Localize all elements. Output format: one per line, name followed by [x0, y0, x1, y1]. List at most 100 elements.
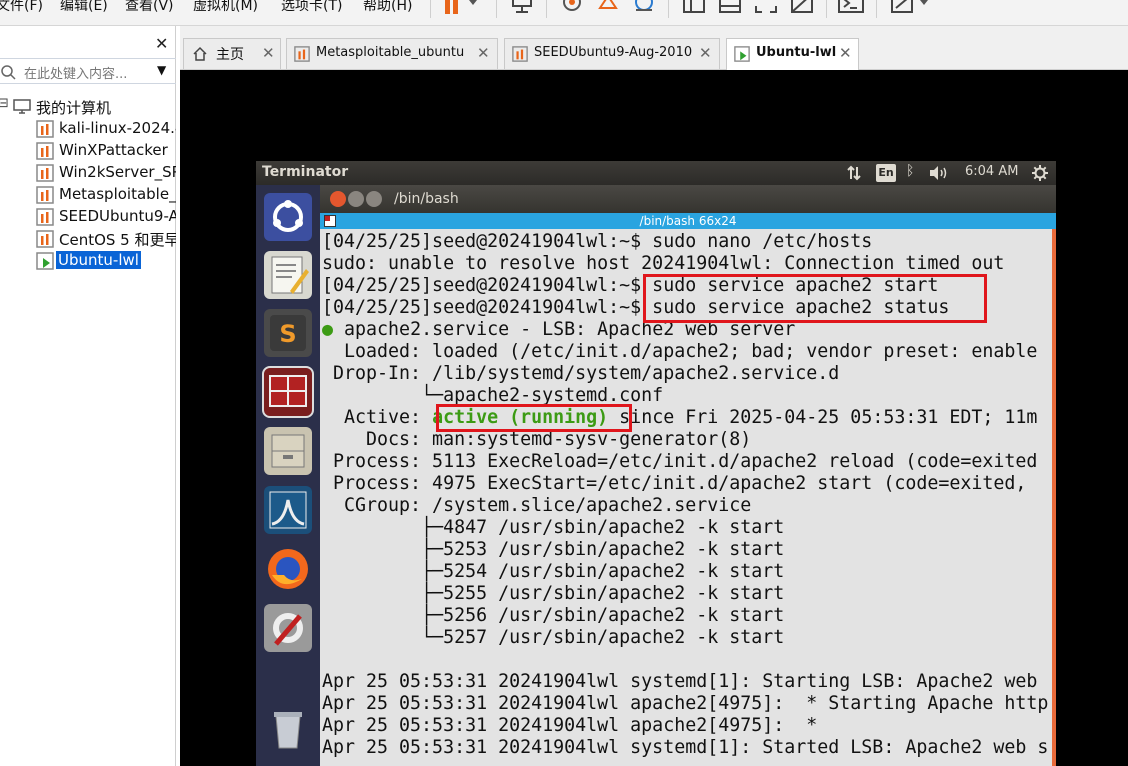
terminal-window-title: /bin/bash: [394, 191, 459, 207]
terminal-line: Docs: man:systemd-sysv-generator(8): [322, 429, 752, 450]
terminal-line: sudo: unable to resolve host 20241904lwl…: [322, 253, 1005, 274]
menu-vm[interactable]: 虚拟机(M): [193, 0, 258, 15]
tree-item-label: Win2kServer_SP: [59, 163, 176, 181]
tree-item-vm[interactable]: kali-linux-2024.4: [0, 118, 176, 140]
home-icon: [193, 46, 207, 61]
toolbar-separator: [546, 0, 547, 18]
close-icon[interactable]: ✕: [839, 44, 852, 62]
terminal-line: ├─5254 /usr/sbin/apache2 -k start: [322, 561, 785, 582]
terminal-size-title: /bin/bash 66x24: [639, 214, 737, 228]
close-icon[interactable]: ✕: [699, 44, 712, 62]
volume-icon[interactable]: [928, 165, 950, 181]
show-library-icon[interactable]: [682, 0, 706, 18]
vm-icon: [36, 142, 54, 160]
vm-icon: [36, 120, 54, 138]
terminal-line: ├─4847 /usr/sbin/apache2 -k start: [322, 517, 785, 538]
terminal-line: ├─5256 /usr/sbin/apache2 -k start: [322, 605, 785, 626]
tree-item-label: Metasploitable_: [59, 185, 176, 203]
menu-file[interactable]: 文件(F): [0, 0, 43, 15]
vm-icon: [36, 230, 54, 248]
tree-item-label: SEEDUbuntu9-A: [59, 207, 176, 225]
system-settings-icon[interactable]: [264, 604, 312, 652]
tree-item-vm[interactable]: WinXPattacker: [0, 140, 176, 162]
computer-icon: [13, 99, 31, 114]
terminal-line: Apr 25 05:53:31 20241904lwl apache2[4975…: [322, 715, 818, 736]
tree-root[interactable]: ⊟ 我的计算机: [0, 96, 176, 118]
vm-icon: [36, 164, 54, 182]
keyboard-layout-indicator[interactable]: En: [876, 164, 896, 182]
snapshot-icon[interactable]: [560, 0, 584, 18]
menu-edit[interactable]: 编辑(E): [60, 0, 108, 15]
highlight-box-active: [436, 404, 632, 432]
thumbnail-bar-icon[interactable]: [718, 0, 742, 18]
close-icon[interactable]: ✕: [262, 44, 275, 62]
snapshot-manager-icon[interactable]: [632, 0, 656, 18]
minimize-window-icon[interactable]: [348, 191, 364, 207]
tree-item-vm[interactable]: Metasploitable_: [0, 184, 176, 206]
pause-icon[interactable]: [443, 0, 483, 18]
console-view-icon[interactable]: [838, 0, 864, 18]
terminator-icon[interactable]: [262, 366, 314, 418]
terminal-line: Loaded: loaded (/etc/init.d/apache2; bad…: [322, 341, 1038, 362]
tab-ubuntu-lwl[interactable]: Ubuntu-lwl ✕: [726, 38, 859, 70]
vm-icon: [36, 208, 54, 226]
bluetooth-icon[interactable]: ᛒ: [906, 163, 914, 179]
tree-item-vm[interactable]: Win2kServer_SP: [0, 162, 176, 184]
firefox-icon[interactable]: [264, 545, 312, 593]
terminal-line-text: Active:: [322, 407, 433, 428]
vm-icon: [36, 186, 54, 204]
toolbar-separator: [496, 0, 497, 18]
network-icon[interactable]: [846, 165, 862, 181]
terminal-line: [04/25/25]seed@20241904lwl:~$ sudo nano …: [322, 231, 873, 252]
status-bullet: ●: [322, 319, 334, 340]
revert-snapshot-icon[interactable]: [596, 0, 620, 18]
settings-gear-icon[interactable]: [1032, 165, 1048, 181]
search-input[interactable]: 在此处键入内容...: [24, 63, 127, 82]
terminal-line: Process: 4975 ExecStart=/etc/init.d/apac…: [322, 473, 1027, 494]
terminal-line: Active: active (running) since Fri 2025-…: [322, 407, 1037, 429]
close-icon[interactable]: ✕: [477, 44, 490, 62]
menu-help[interactable]: 帮助(H): [363, 0, 412, 15]
clock[interactable]: 6:04 AM: [965, 164, 1018, 179]
library-search[interactable]: 在此处键入内容... ▼: [0, 58, 176, 84]
ubuntu-desktop[interactable]: Terminator En ᛒ 6:04 AM S /bin/bash /bin…: [256, 161, 1056, 766]
tree-item-vm[interactable]: SEEDUbuntu9-A: [0, 206, 176, 228]
terminal-window-titlebar[interactable]: /bin/bash: [320, 185, 1056, 213]
trash-icon[interactable]: [264, 704, 312, 752]
unity-mode-icon[interactable]: [790, 0, 814, 18]
dash-home-icon[interactable]: [264, 193, 312, 241]
highlight-box-commands: [643, 274, 987, 323]
maximize-window-icon[interactable]: [366, 191, 382, 207]
svg-text:S: S: [279, 320, 296, 348]
sublime-text-icon[interactable]: S: [264, 309, 312, 357]
stretch-guest-icon[interactable]: [890, 0, 934, 18]
tree-item-vm[interactable]: CentOS 5 和更早: [0, 228, 176, 250]
close-window-icon[interactable]: [330, 191, 346, 207]
ubuntu-top-panel: Terminator En ᛒ 6:04 AM: [256, 161, 1056, 185]
send-ctrl-alt-del-icon[interactable]: [510, 0, 534, 18]
terminal-line-text: since Fri 2025-04-25 05:53:31 EDT; 11m: [608, 407, 1038, 428]
menu-view[interactable]: 查看(V): [125, 0, 174, 15]
library-panel: ✕ 在此处键入内容... ▼ ⊟ 我的计算机 kali-linux-2024.4…: [0, 26, 176, 766]
tree-item-vm-selected[interactable]: Ubuntu-lwl: [0, 250, 176, 272]
text-editor-icon[interactable]: [264, 251, 312, 299]
tab-label: Metasploitable_ubuntu: [316, 45, 465, 60]
tab-home[interactable]: 主页 ✕: [183, 38, 281, 69]
menu-tabs[interactable]: 选项卡(T): [281, 0, 342, 15]
tab-label: Ubuntu-lwl: [756, 45, 837, 60]
files-icon[interactable]: [264, 427, 312, 475]
terminal-line: Process: 5113 ExecReload=/etc/init.d/apa…: [322, 451, 1038, 472]
toolbar-separator: [876, 0, 877, 18]
terminal-scroll-edge: [1052, 229, 1056, 766]
chevron-down-icon[interactable]: ▼: [157, 63, 166, 77]
wireshark-icon[interactable]: [264, 486, 312, 534]
tab-metasploitable[interactable]: Metasploitable_ubuntu ✕: [286, 38, 498, 69]
terminal-line: Apr 25 05:53:31 20241904lwl apache2[4975…: [322, 693, 1049, 714]
active-app-title: Terminator: [262, 164, 349, 180]
tab-label: SEEDUbuntu9-Aug-2010: [534, 45, 693, 60]
terminal-line: Apr 25 05:53:31 20241904lwl systemd[1]: …: [322, 671, 1038, 692]
tab-seedubuntu[interactable]: SEEDUbuntu9-Aug-2010 ✕: [504, 38, 720, 69]
close-icon[interactable]: ✕: [155, 34, 168, 53]
collapse-icon[interactable]: ⊟: [0, 96, 9, 111]
fullscreen-icon[interactable]: [754, 0, 778, 18]
